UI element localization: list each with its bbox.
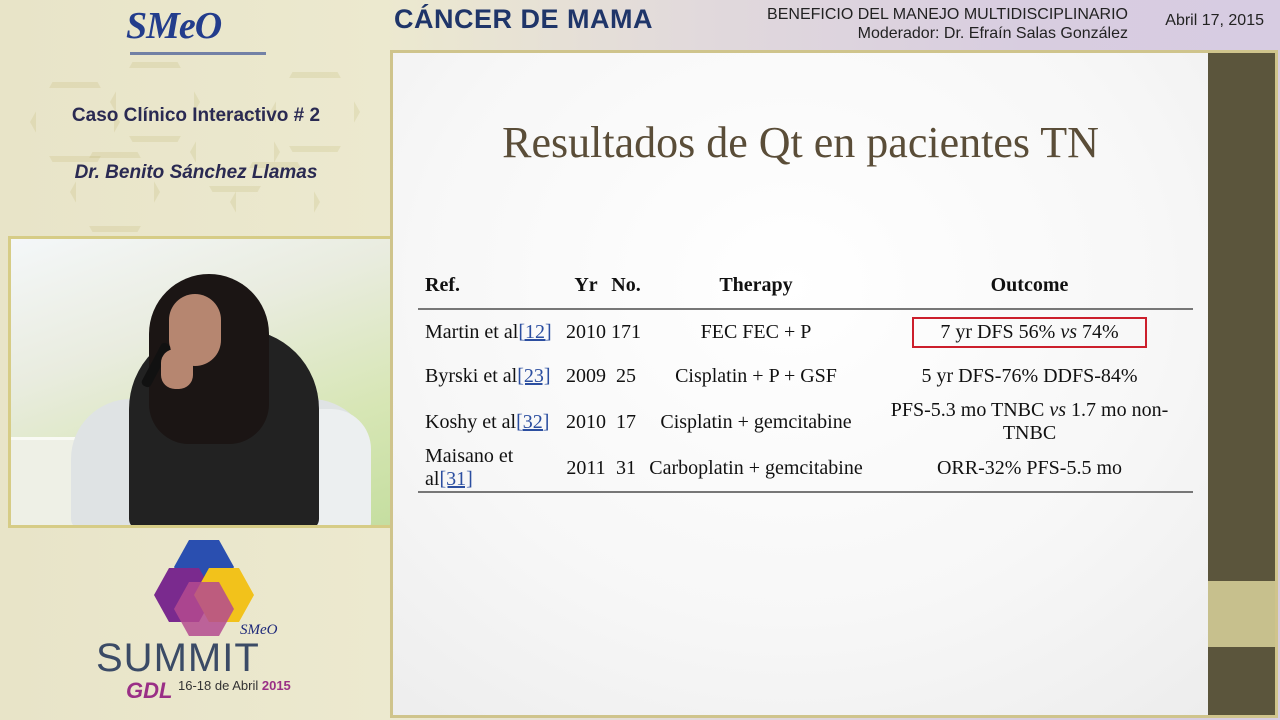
highlighted-outcome: 7 yr DFS 56% vs 74% [912, 316, 1147, 348]
cell-therapy: Cisplatin + gemcitabine [660, 410, 852, 433]
column-header-outcome: Outcome [866, 269, 1193, 310]
reference-link[interactable]: [31] [439, 468, 472, 490]
slide-sidebar [1208, 53, 1275, 715]
cell-outcome: ORR-32% PFS-5.5 mo [866, 445, 1193, 493]
table-header-row: Ref. Yr No. Therapy Outcome [418, 269, 1193, 310]
video-side-table [11, 437, 75, 525]
summit-gdl: GDL [126, 678, 173, 703]
cell-therapy: FEC FEC + P [700, 320, 812, 343]
moderator-text: Moderador: Dr. Efraín Salas González [857, 25, 1128, 42]
summit-date-range: 16-18 de Abril [178, 678, 259, 693]
hexagon-pattern [110, 62, 200, 142]
reference-link[interactable]: [23] [517, 365, 550, 387]
header-bar: SMeO CÁNCER DE MAMA BENEFICIO DEL MANEJO… [0, 0, 1280, 55]
column-header-therapy: Therapy [646, 269, 866, 310]
table-row: Martin et al[12] 2010 171 FEC FEC + P 7 … [418, 309, 1193, 354]
summit-word: SUMMIT [96, 636, 260, 680]
cell-year: 2010 [566, 320, 606, 343]
speaker-video [8, 236, 398, 528]
table-row: Koshy et al[32] 2010 17 Cisplatin + gemc… [418, 399, 1193, 445]
cell-year: 2009 [566, 365, 606, 387]
session-info: BENEFICIO DEL MANEJO MULTIDISCIPLINARIO … [767, 5, 1128, 43]
conference-title: CÁNCER DE MAMA [394, 4, 653, 34]
summit-logo: SMeO SUMMIT GDL 16-18 de Abril 2015 [90, 540, 300, 715]
author-name: Martin et al [425, 320, 519, 343]
logo-text: SMeO [126, 5, 222, 47]
column-header-yr: Yr [566, 269, 606, 310]
cell-ref: Byrski et al[23] [418, 354, 566, 399]
column-header-ref: Ref. [418, 269, 566, 310]
cell-number: 171 [611, 320, 641, 343]
author-name: Koshy et al [425, 410, 517, 433]
cell-year: 2010 [566, 410, 606, 433]
table-row: Maisano et al[31] 2011 31 Carboplatin + … [418, 445, 1193, 493]
cell-outcome: 7 yr DFS 56% vs 74% [866, 309, 1193, 354]
reference-link[interactable]: [12] [518, 321, 551, 343]
results-table: Ref. Yr No. Therapy Outcome Martin et al… [418, 269, 1193, 493]
cell-number: 17 [616, 410, 636, 433]
slide-sidebar-accent [1208, 581, 1275, 647]
summit-year: 2015 [261, 678, 291, 693]
table-row: Byrski et al[23] 2009 25 Cisplatin + P +… [418, 354, 1193, 399]
cell-ref: Koshy et al[32] [418, 399, 566, 445]
cell-number: 31 [606, 445, 646, 493]
cell-outcome: 5 yr DFS-76% DDFS-84% [921, 365, 1138, 387]
session-date: Abril 17, 2015 [1165, 12, 1264, 29]
cell-therapy: Carboplatin + gemcitabine [646, 445, 866, 493]
slide-title: Resultados de Qt en pacientes TN [502, 118, 1099, 167]
author-name: Byrski et al [425, 365, 518, 387]
cell-ref: Maisano et al[31] [418, 445, 566, 493]
case-title: Caso Clínico Interactivo # 2 [71, 105, 321, 126]
cell-outcome: PFS-5.3 mo TNBC vs 1.7 mo non-TNBC [890, 399, 1169, 444]
session-title: BENEFICIO DEL MANEJO MULTIDISCIPLINARIO [767, 6, 1128, 23]
cell-therapy: Cisplatin + P + GSF [675, 365, 837, 387]
reference-link[interactable]: [32] [516, 411, 549, 433]
presenter-name: Dr. Benito Sánchez Llamas [74, 162, 318, 183]
column-header-no: No. [606, 269, 646, 310]
summit-dates: 16-18 de Abril 2015 [178, 678, 291, 693]
video-speaker-hand [161, 349, 193, 389]
cell-ref: Martin et al[12] [418, 309, 566, 354]
cell-year: 2011 [566, 445, 606, 493]
cell-number: 25 [616, 365, 636, 387]
presentation-slide: Resultados de Qt en pacientes TN Ref. Yr… [390, 50, 1278, 718]
